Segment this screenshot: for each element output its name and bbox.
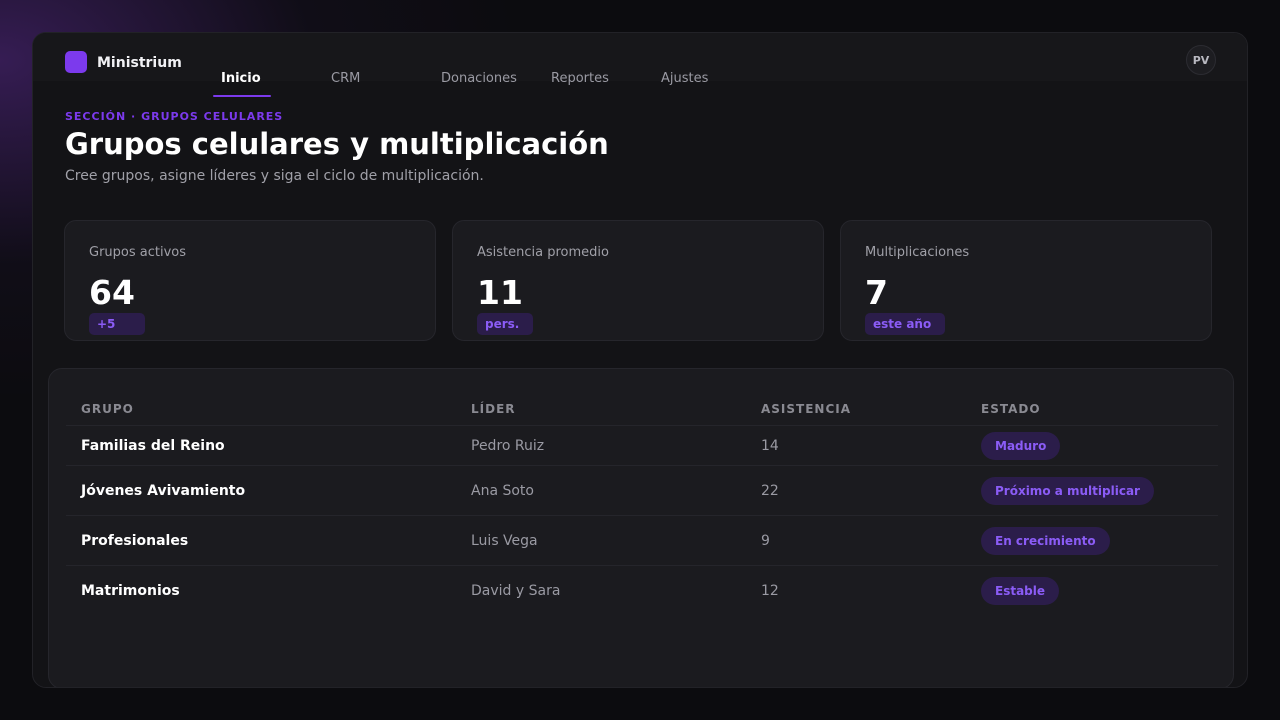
top-bar bbox=[33, 33, 1247, 81]
stat-badge: pers. bbox=[477, 313, 533, 335]
page-subtitle: Cree grupos, asigne líderes y siga el ci… bbox=[65, 168, 484, 184]
table-row[interactable]: Familias del Reino Pedro Ruiz 14 Maduro bbox=[66, 425, 1218, 465]
status-badge: Próximo a multiplicar bbox=[981, 476, 1154, 505]
tab-crm[interactable]: CRM bbox=[331, 71, 360, 86]
stat-label: Multiplicaciones bbox=[865, 245, 970, 260]
table-row[interactable]: Jóvenes Avivamiento Ana Soto 22 Próximo … bbox=[66, 465, 1218, 515]
status-badge: En crecimiento bbox=[981, 526, 1110, 555]
group-leader: Ana Soto bbox=[471, 482, 534, 499]
stat-badge: este año bbox=[865, 313, 945, 335]
app-window: Ministrium Inicio CRM Donaciones Reporte… bbox=[32, 32, 1248, 688]
column-header-leader: LÍDER bbox=[471, 402, 516, 416]
app-brand: Ministrium bbox=[97, 55, 182, 71]
column-header-attendance: ASISTENCIA bbox=[761, 402, 852, 416]
group-leader: David y Sara bbox=[471, 582, 561, 599]
stat-value: 11 bbox=[477, 273, 523, 312]
group-name: Familias del Reino bbox=[81, 437, 225, 454]
stat-card-avg-attendance: Asistencia promedio 11 pers. bbox=[452, 220, 824, 341]
group-attendance: 22 bbox=[761, 482, 779, 499]
group-leader: Luis Vega bbox=[471, 532, 538, 549]
tab-reportes[interactable]: Reportes bbox=[551, 71, 609, 86]
app-logo-icon bbox=[65, 51, 87, 73]
column-header-group: GRUPO bbox=[81, 402, 134, 416]
table-row[interactable]: Matrimonios David y Sara 12 Estable bbox=[66, 565, 1218, 615]
tab-inicio[interactable]: Inicio bbox=[221, 71, 261, 86]
stat-value: 7 bbox=[865, 273, 888, 312]
stat-card-multiplications: Multiplicaciones 7 este año bbox=[840, 220, 1212, 341]
group-attendance: 14 bbox=[761, 437, 779, 454]
stat-value: 64 bbox=[89, 273, 135, 312]
active-tab-indicator bbox=[213, 95, 271, 97]
section-eyebrow: SECCIÓN · GRUPOS CELULARES bbox=[65, 110, 284, 123]
user-avatar[interactable]: PV bbox=[1186, 45, 1216, 75]
stat-card-active-groups: Grupos activos 64 +5 bbox=[64, 220, 436, 341]
stat-badge: +5 bbox=[89, 313, 145, 335]
groups-table: GRUPO LÍDER ASISTENCIA ESTADO Familias d… bbox=[48, 368, 1234, 687]
group-name: Profesionales bbox=[81, 532, 189, 549]
group-attendance: 9 bbox=[761, 532, 770, 549]
group-name: Matrimonios bbox=[81, 582, 180, 599]
table-row[interactable]: Profesionales Luis Vega 9 En crecimiento bbox=[66, 515, 1218, 565]
status-badge: Maduro bbox=[981, 431, 1061, 460]
group-attendance: 12 bbox=[761, 582, 779, 599]
group-leader: Pedro Ruiz bbox=[471, 437, 545, 454]
column-header-status: ESTADO bbox=[981, 402, 1041, 416]
group-name: Jóvenes Avivamiento bbox=[81, 482, 246, 499]
status-badge: Estable bbox=[981, 576, 1060, 605]
page-title: Grupos celulares y multiplicación bbox=[65, 127, 609, 161]
stat-label: Asistencia promedio bbox=[477, 245, 609, 260]
stat-label: Grupos activos bbox=[89, 245, 187, 260]
tab-donaciones[interactable]: Donaciones bbox=[441, 71, 517, 86]
tab-ajustes[interactable]: Ajustes bbox=[661, 71, 708, 86]
